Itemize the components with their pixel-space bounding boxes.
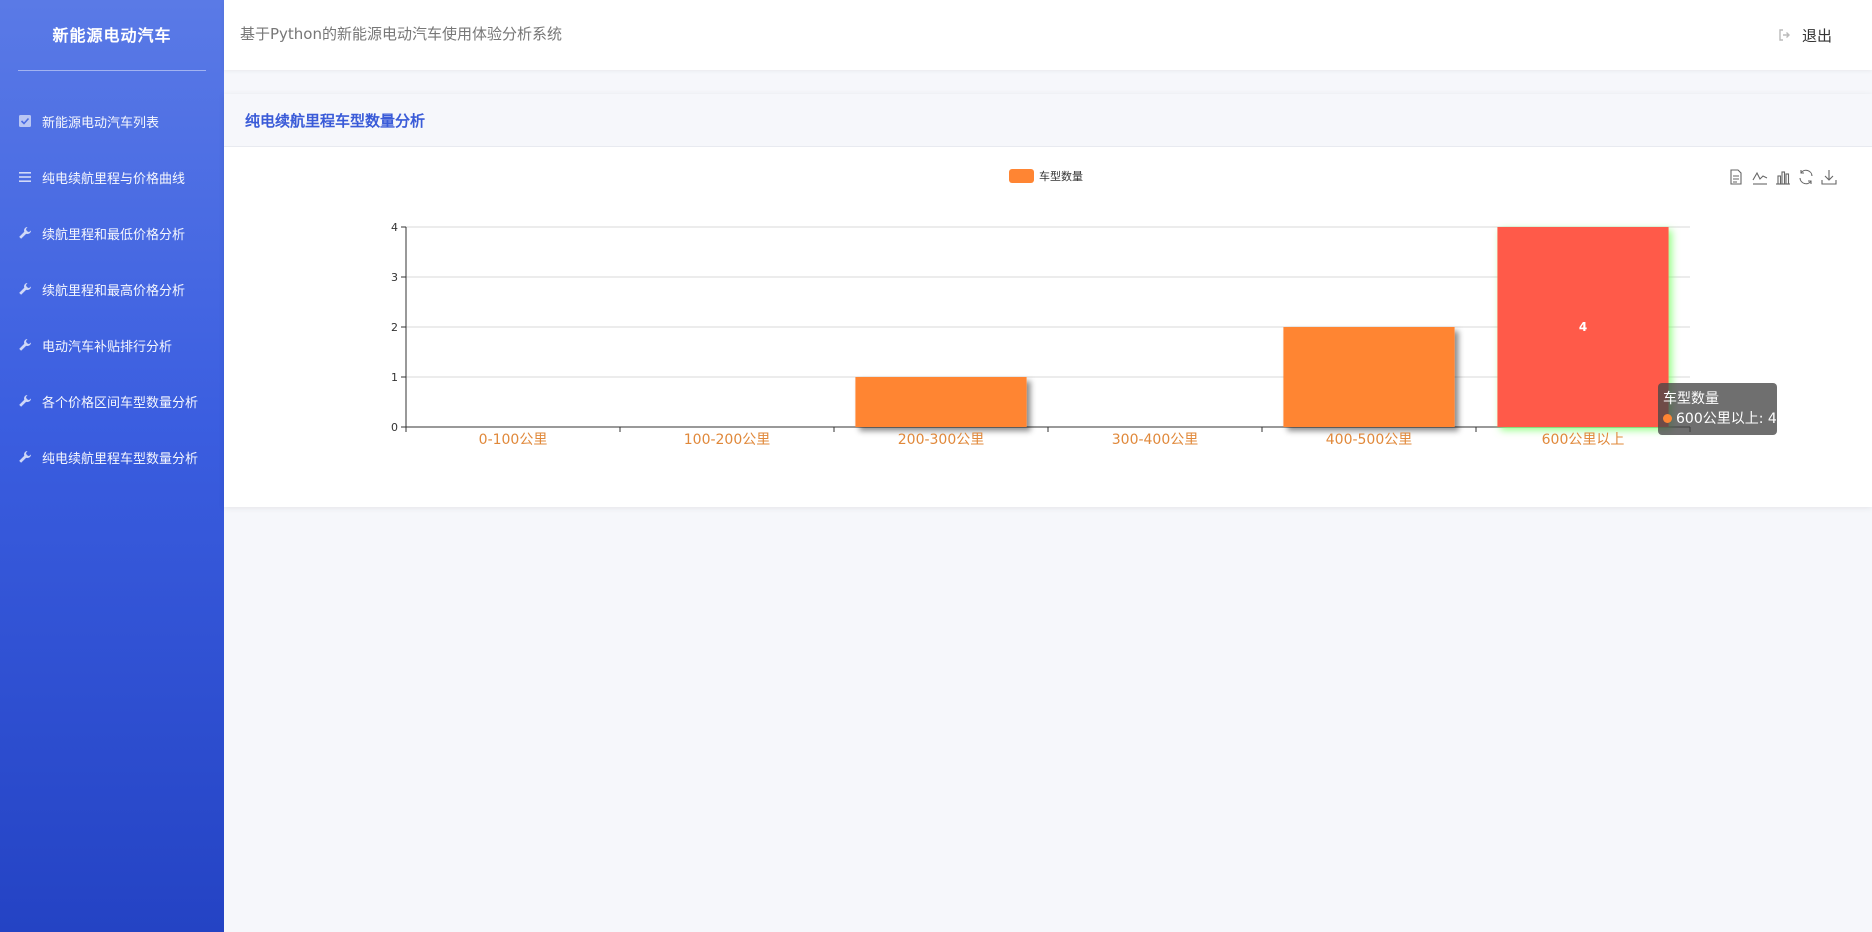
checkbox-icon bbox=[18, 114, 32, 128]
sidebar-item-label: 纯电续航里程车型数量分析 bbox=[42, 451, 199, 467]
tooltip-title: 车型数量 bbox=[1663, 391, 1719, 407]
x-tick-label: 0-100公里 bbox=[479, 432, 548, 448]
sidebar-item-price-range-count[interactable]: 各个价格区间车型数量分析 bbox=[0, 373, 224, 429]
sidebar-item-range-price-curve[interactable]: 纯电续航里程与价格曲线 bbox=[0, 149, 224, 205]
panel-title: 纯电续航里程车型数量分析 bbox=[224, 94, 1872, 147]
chart-panel: 纯电续航里程车型数量分析 0 1 2 3 4 0-100公里 100-200公里 200-30… bbox=[224, 94, 1872, 507]
wrench-icon bbox=[18, 394, 32, 408]
brand-title: 新能源电动汽车 bbox=[52, 26, 172, 45]
wrench-icon bbox=[18, 282, 32, 296]
y-tick-label: 3 bbox=[391, 271, 398, 284]
data-view-icon[interactable] bbox=[1730, 169, 1742, 185]
logout-button[interactable]: 退出 bbox=[1778, 0, 1832, 70]
legend-label: 车型数量 bbox=[1039, 169, 1083, 183]
series-dot bbox=[1663, 414, 1672, 423]
legend-swatch bbox=[1009, 169, 1034, 183]
bar bbox=[855, 377, 1027, 427]
sidebar-nav: 新能源电动汽车列表 纯电续航里程与价格曲线 续航里程和最低价格分析 续航里程和最… bbox=[0, 93, 224, 485]
wrench-icon bbox=[18, 338, 32, 352]
sidebar-item-label: 电动汽车补贴排行分析 bbox=[42, 339, 173, 355]
line-switch-icon[interactable] bbox=[1752, 171, 1768, 185]
sidebar-item-min-price[interactable]: 续航里程和最低价格分析 bbox=[0, 205, 224, 261]
wrench-icon bbox=[18, 450, 32, 464]
top-header: 基于Python的新能源电动汽车使用体验分析系统 退出 bbox=[224, 0, 1872, 70]
sidebar-item-label: 各个价格区间车型数量分析 bbox=[42, 395, 199, 411]
sidebar: 新能源电动汽车 新能源电动汽车列表 纯电续航里程与价格曲线 续航里程和最低价格分… bbox=[0, 0, 224, 932]
bar bbox=[1283, 327, 1455, 427]
sidebar-item-subsidy-ranking[interactable]: 电动汽车补贴排行分析 bbox=[0, 317, 224, 373]
x-tick-label: 100-200公里 bbox=[684, 432, 771, 448]
sidebar-item-label: 新能源电动汽车列表 bbox=[42, 115, 160, 131]
x-tick-label: 400-500公里 bbox=[1326, 432, 1413, 448]
chart-area: 0 1 2 3 4 0-100公里 100-200公里 200-300公里 300-400公里 4… bbox=[224, 147, 1872, 507]
bar-switch-icon[interactable] bbox=[1776, 171, 1790, 185]
sidebar-item-label: 续航里程和最高价格分析 bbox=[42, 283, 186, 299]
system-title: 基于Python的新能源电动汽车使用体验分析系统 bbox=[240, 25, 562, 43]
x-tick-label: 300-400公里 bbox=[1112, 432, 1199, 448]
sidebar-item-max-price[interactable]: 续航里程和最高价格分析 bbox=[0, 261, 224, 317]
y-tick-label: 0 bbox=[391, 421, 398, 434]
sidebar-item-ev-list[interactable]: 新能源电动汽车列表 bbox=[0, 93, 224, 149]
y-tick-label: 1 bbox=[391, 371, 398, 384]
x-tick-label: 600公里以上 bbox=[1542, 432, 1625, 448]
bar-chart: 0 1 2 3 4 0-100公里 100-200公里 200-300公里 300-400公里 4… bbox=[391, 169, 1837, 448]
x-tick-label: 200-300公里 bbox=[898, 432, 985, 448]
wrench-icon bbox=[18, 226, 32, 240]
sidebar-item-range-model-count[interactable]: 纯电续航里程车型数量分析 bbox=[0, 429, 224, 485]
sidebar-item-label: 纯电续航里程与价格曲线 bbox=[42, 171, 186, 187]
logout-label: 退出 bbox=[1801, 26, 1832, 45]
data-label: 4 bbox=[1579, 320, 1587, 334]
tooltip-value: 600公里以上: 4 bbox=[1676, 411, 1777, 427]
brand-divider bbox=[18, 70, 206, 71]
save-image-icon[interactable] bbox=[1821, 170, 1837, 185]
sidebar-item-label: 续航里程和最低价格分析 bbox=[42, 227, 186, 243]
y-tick-label: 4 bbox=[391, 221, 398, 234]
logout-icon bbox=[1778, 28, 1792, 42]
restore-icon[interactable] bbox=[1799, 169, 1813, 185]
tooltip-line: 600公里以上: 4 bbox=[1663, 409, 1777, 429]
y-tick-label: 2 bbox=[391, 321, 398, 334]
chart-tooltip: 车型数量 600公里以上: 4 bbox=[1658, 383, 1777, 435]
list-icon bbox=[18, 170, 32, 184]
